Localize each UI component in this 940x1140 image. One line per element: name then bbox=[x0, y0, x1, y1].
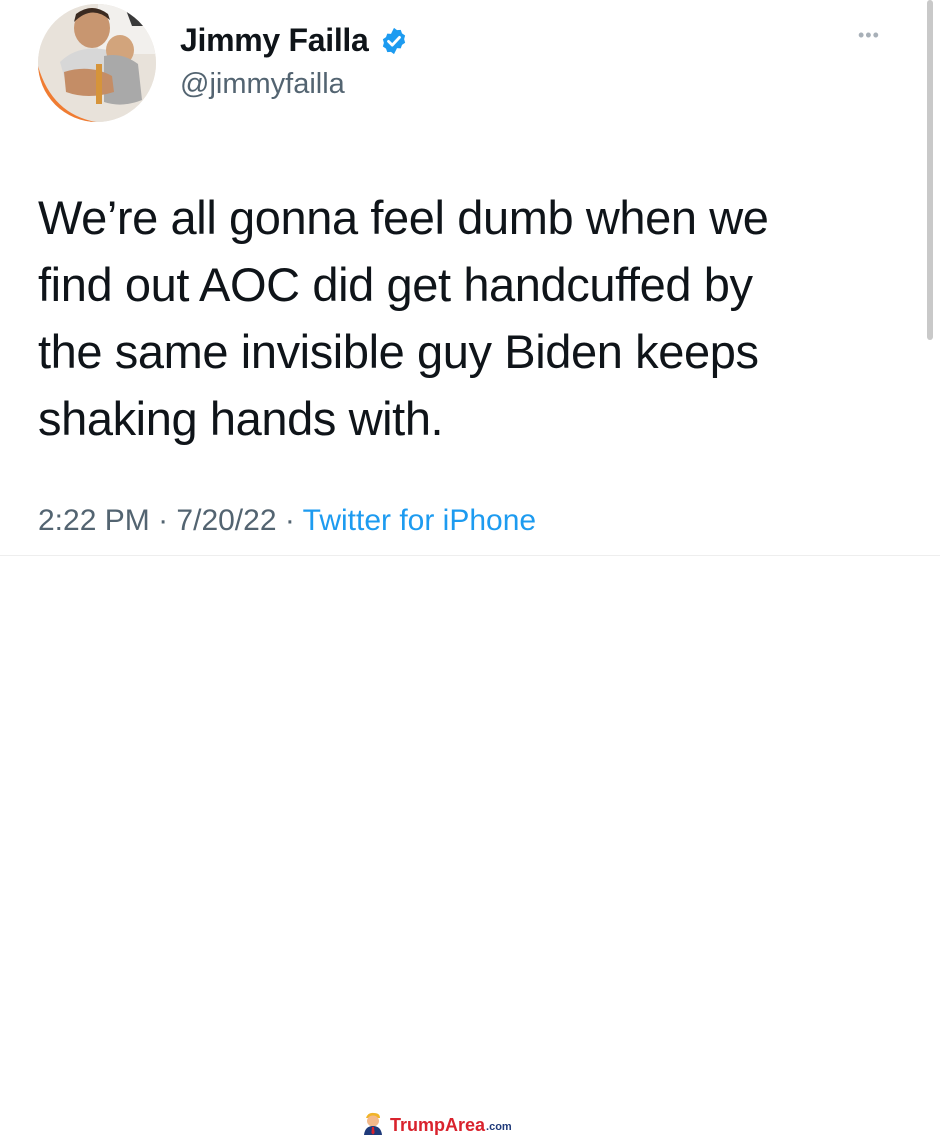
meta-separator: · bbox=[284, 504, 295, 537]
tweet-time[interactable]: 2:22 PM bbox=[38, 504, 150, 537]
tweet-text-line: shaking hands with. bbox=[38, 392, 444, 445]
tweet-date[interactable]: 7/20/22 bbox=[176, 504, 276, 537]
watermark-suffix: .com bbox=[486, 1121, 512, 1133]
tweet-text-line: We’re all gonna feel dumb when we bbox=[38, 191, 769, 244]
tweet-source-link[interactable]: Twitter for iPhone bbox=[303, 504, 536, 537]
tweet-text: We’re all gonna feel dumb when we find o… bbox=[38, 184, 898, 452]
verified-badge-icon bbox=[379, 26, 409, 56]
more-options-icon[interactable]: ••• bbox=[858, 26, 880, 44]
trump-mascot-icon bbox=[362, 1111, 384, 1140]
author-row: Jimmy Failla bbox=[180, 22, 409, 59]
watermark-bar: TrumpArea .com bbox=[0, 556, 940, 1135]
meta-separator: · bbox=[158, 504, 169, 537]
tweet-metadata: 2:22 PM · 7/20/22 · Twitter for iPhone bbox=[38, 504, 536, 538]
tweet-text-line: the same invisible guy Biden keeps bbox=[38, 325, 759, 378]
avatar-photo bbox=[38, 4, 156, 122]
avatar[interactable] bbox=[38, 4, 156, 122]
watermark: TrumpArea .com bbox=[362, 1111, 512, 1140]
watermark-brand: TrumpArea bbox=[390, 1114, 486, 1135]
scrollbar-thumb[interactable] bbox=[927, 0, 933, 340]
tweet-card: Jimmy Failla @jimmyfailla ••• We’re all … bbox=[0, 0, 940, 555]
author-handle[interactable]: @jimmyfailla bbox=[180, 68, 345, 101]
tweet-text-line: find out AOC did get handcuffed by bbox=[38, 258, 753, 311]
author-display-name[interactable]: Jimmy Failla bbox=[180, 22, 369, 59]
